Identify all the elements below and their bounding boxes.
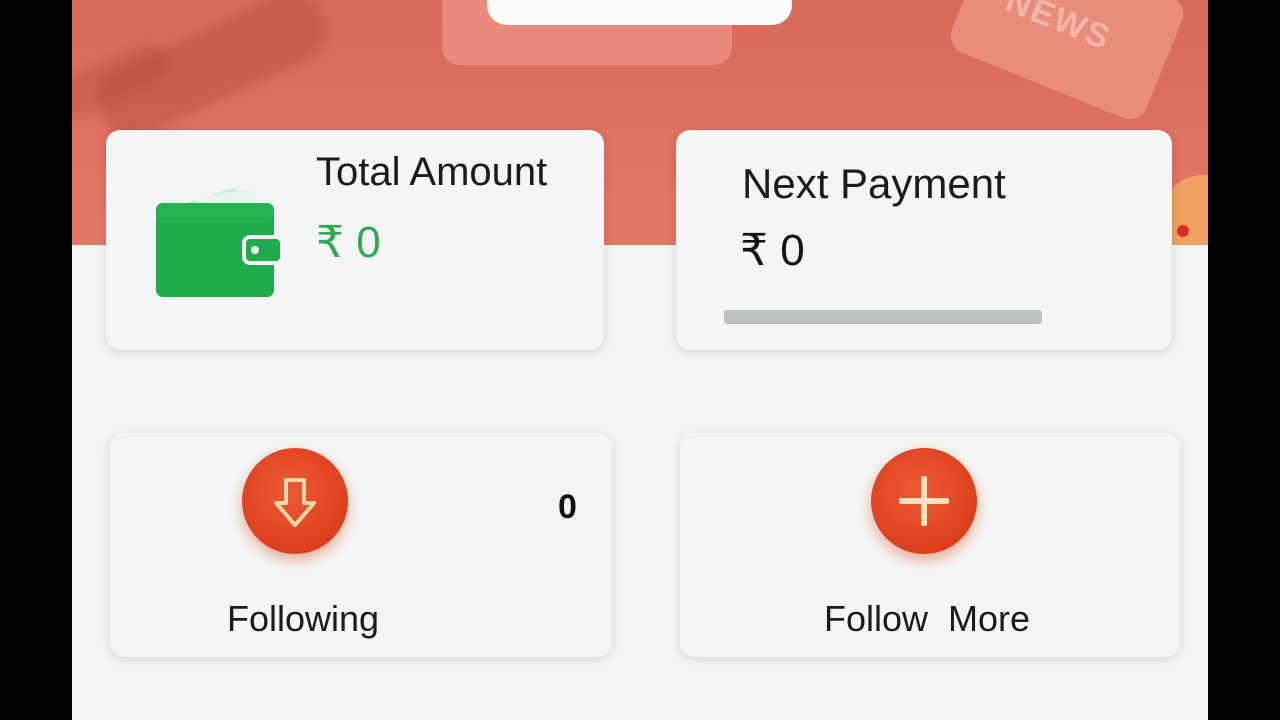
app-screen: NEWS Total Amount ₹ 0 Next Payment ₹ 0 0… (72, 0, 1208, 720)
total-amount-label: Total Amount (316, 150, 548, 194)
total-amount-card[interactable]: Total Amount ₹ 0 (106, 130, 604, 350)
news-sign-text: NEWS (1000, 0, 1117, 58)
wallet-icon (156, 185, 286, 300)
banner-card (487, 0, 792, 25)
next-payment-value: ₹ 0 (740, 226, 805, 275)
following-count: 0 (558, 488, 577, 526)
plus-icon[interactable] (871, 448, 977, 554)
next-payment-card[interactable]: Next Payment ₹ 0 (676, 130, 1172, 350)
news-sign: NEWS (945, 0, 1189, 125)
total-amount-value: ₹ 0 (316, 218, 381, 267)
follow-more-card[interactable]: Follow More (680, 433, 1180, 657)
following-label: Following (227, 598, 380, 639)
arrow-down-icon[interactable] (242, 448, 348, 554)
payment-progress-bar (724, 310, 1042, 324)
following-card[interactable]: 0 Following (110, 433, 612, 657)
next-payment-label: Next Payment (742, 160, 1006, 207)
follow-more-label: Follow More (824, 598, 1031, 639)
